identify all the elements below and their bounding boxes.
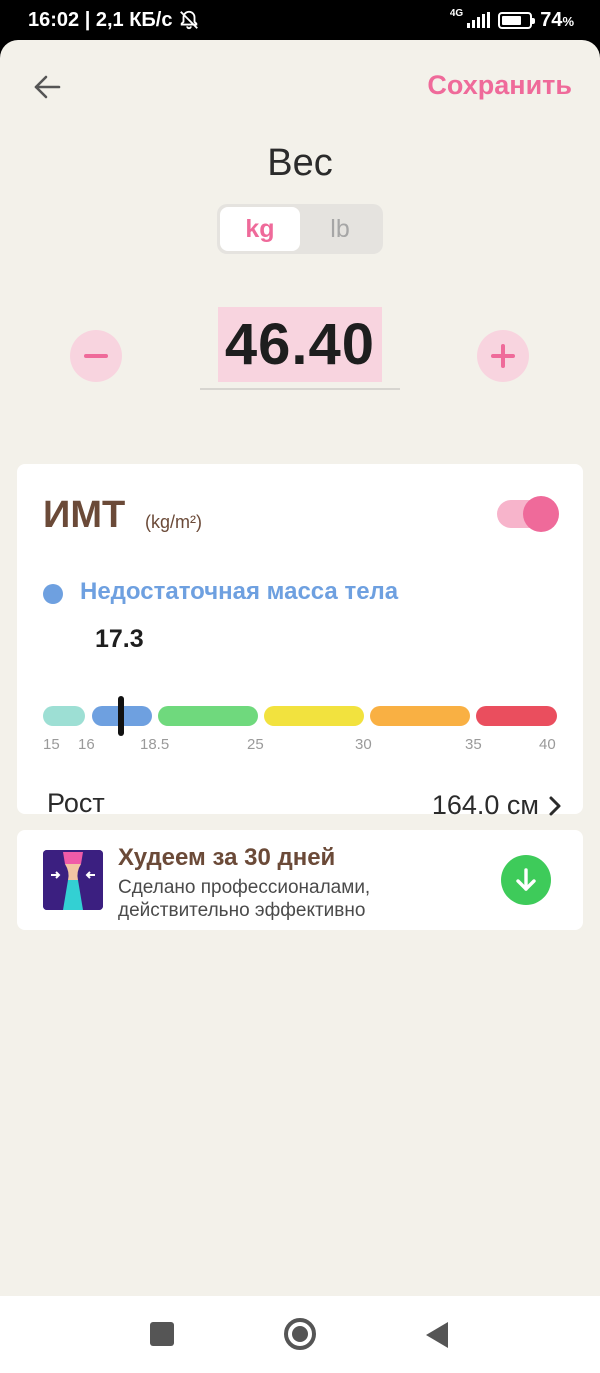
nav-back-button[interactable] (424, 1320, 450, 1350)
home-button[interactable] (284, 1318, 316, 1350)
bmi-title: ИМТ (43, 494, 126, 536)
bmi-tick-label: 16 (78, 736, 95, 753)
bmi-status-dot (43, 584, 63, 604)
signal-icon (467, 12, 491, 28)
promo-image (43, 850, 103, 910)
bmi-segment-18-5-25 (158, 706, 258, 726)
promo-line-2: действительно эффективно (118, 900, 366, 921)
page-title: Вес (267, 142, 333, 184)
bmi-value: 17.3 (95, 625, 144, 653)
promo-card[interactable]: Худеем за 30 дней Сделано профессионалам… (17, 830, 583, 930)
bmi-tick-label: 40 (539, 736, 556, 753)
height-row[interactable]: Рост 164.0 см (17, 774, 583, 834)
recent-apps-button[interactable] (150, 1322, 174, 1346)
arrow-left-icon (34, 75, 61, 99)
back-button[interactable] (30, 70, 64, 104)
switch-knob (523, 496, 559, 532)
unit-toggle: kg lb (217, 204, 383, 254)
promo-line-1: Сделано профессионалами, (118, 877, 371, 898)
bmi-marker (118, 696, 124, 736)
promo-title: Худеем за 30 дней (118, 844, 336, 871)
status-right: 4G 74% (449, 7, 574, 32)
battery-percent: 74% (540, 8, 574, 31)
save-button[interactable]: Сохранить (427, 70, 572, 101)
slim-waist-illustration (43, 850, 103, 910)
increase-weight-button[interactable] (477, 330, 529, 382)
bmi-card: ИМТ (kg/m²) Недостаточная масса тела 17.… (17, 464, 583, 820)
bmi-tick-label: 25 (247, 736, 264, 753)
height-label: Рост (47, 788, 105, 818)
weight-underline (200, 388, 400, 390)
plus-icon (491, 344, 515, 368)
bmi-segment-25-30 (264, 706, 364, 726)
bmi-segment-35-40 (476, 706, 557, 726)
arrow-down-icon (516, 868, 536, 891)
unit-option-kg[interactable]: kg (220, 207, 300, 251)
chevron-right-icon (549, 796, 561, 816)
download-button[interactable] (501, 855, 551, 905)
minus-icon (84, 354, 108, 358)
bmi-segment-15-16 (43, 706, 85, 726)
weight-value[interactable]: 46.40 (218, 307, 382, 382)
bmi-tick-label: 30 (355, 736, 372, 753)
system-nav-bar (0, 1296, 600, 1373)
promo-subtitle: Сделано профессионалами, действительно э… (118, 876, 370, 922)
status-left: 16:02 | 2,1 КБ/с (28, 9, 200, 32)
decrease-weight-button[interactable] (70, 330, 122, 382)
weight-edit-screen: Сохранить Вес kg lb 46.40 ИМТ (kg/m²) Не… (0, 40, 600, 1296)
status-bar: 16:02 | 2,1 КБ/с 4G 74% (0, 0, 600, 40)
bmi-tick-label: 35 (465, 736, 482, 753)
battery-icon (498, 11, 536, 29)
bell-off-icon (180, 10, 199, 30)
bmi-tick-label: 15 (43, 736, 60, 753)
unit-option-lb[interactable]: lb (300, 207, 380, 251)
network-label: 4G (449, 7, 464, 19)
bmi-status-text: Недостаточная масса тела (80, 578, 399, 605)
bmi-segment-30-35 (370, 706, 470, 726)
bmi-unit: (kg/m²) (145, 512, 202, 532)
home-dot-icon (292, 1326, 308, 1342)
height-value: 164.0 см (431, 790, 539, 820)
battery-fill (502, 15, 522, 25)
bmi-toggle-switch[interactable] (497, 496, 559, 532)
status-time-speed: 16:02 | 2,1 КБ/с (28, 8, 173, 31)
bmi-tick-label: 18.5 (140, 736, 170, 753)
